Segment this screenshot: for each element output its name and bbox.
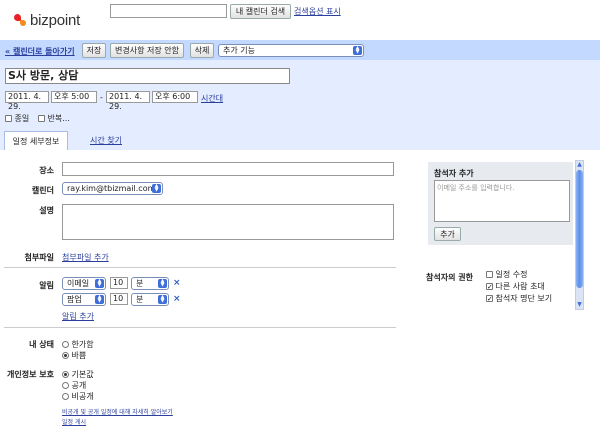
divider (4, 267, 396, 268)
permission-invite-others[interactable]: 다른 사람 초대 (486, 281, 545, 292)
remove-reminder-icon[interactable]: × (173, 294, 181, 304)
reminder-amount-input[interactable]: 10 (110, 277, 128, 289)
scroll-down-icon[interactable]: ▼ (575, 300, 584, 309)
reminder-unit-select[interactable]: 분 ▲ ▼ (131, 277, 169, 290)
add-reminder-link[interactable]: 알림 추가 (62, 311, 94, 322)
where-input[interactable] (62, 162, 394, 176)
repeat-label: 반복... (47, 114, 70, 123)
end-time-input[interactable]: 오후 6:00 (152, 91, 198, 103)
guest-permissions-label: 참석자의 권한 (426, 273, 473, 282)
privacy-option-private[interactable]: 비공개 (62, 391, 94, 402)
select-arrows-icon: ▲ ▼ (353, 46, 362, 55)
remove-reminder-icon[interactable]: × (173, 278, 181, 288)
privacy-default-radio[interactable] (62, 371, 69, 378)
add-attachment-link[interactable]: 첨부파일 추가 (62, 252, 109, 263)
select-arrows-icon: ▲ ▼ (158, 279, 167, 288)
search-my-calendar-button[interactable]: 내 캘린더 검색 (230, 4, 291, 19)
start-date-input[interactable]: 2011. 4. 29. (5, 91, 49, 111)
reminder-method-value: 이메일 (67, 279, 90, 288)
reminder-amount-input[interactable]: 10 (110, 293, 128, 305)
logo-text: bizpoint (30, 11, 81, 29)
privacy-private-label: 비공개 (71, 392, 94, 401)
all-day-option[interactable]: 종일 (5, 113, 29, 124)
end-date-input[interactable]: 2011. 4. 29. (106, 91, 150, 111)
publish-event-link[interactable]: 일정 게시 (62, 417, 86, 426)
repeat-option[interactable]: 반복... (38, 113, 70, 124)
status-busy-label: 바쁨 (71, 351, 87, 360)
status-option-busy[interactable]: 바쁨 (62, 350, 86, 361)
status-option-free[interactable]: 한가함 (62, 339, 94, 350)
permission-see-guests[interactable]: 참석자 명단 보기 (486, 293, 552, 304)
reminder-unit-value: 분 (136, 279, 144, 288)
scrollbar-thumb[interactable] (576, 170, 583, 288)
repeat-checkbox[interactable] (38, 115, 45, 122)
scroll-up-icon[interactable]: ▲ (575, 160, 584, 169)
all-day-label: 종일 (14, 114, 30, 123)
event-title-input[interactable]: S사 방문, 상담 (5, 68, 290, 84)
privacy-default-label: 기본값 (71, 370, 94, 379)
reminder-label: 알림 (39, 281, 54, 290)
select-arrows-icon: ▲ ▼ (158, 295, 167, 304)
reminder-unit-value: 분 (136, 295, 144, 304)
attachment-label: 첨부파일 (24, 253, 54, 262)
permission-modify-checkbox[interactable] (486, 271, 493, 278)
privacy-option-public[interactable]: 공개 (62, 380, 86, 391)
tab-event-details[interactable]: 일정 세부정보 (4, 131, 68, 150)
status-busy-radio[interactable] (62, 352, 69, 359)
more-actions-select[interactable]: 추가 기능 ▲ ▼ (218, 44, 364, 57)
divider (4, 327, 396, 328)
status-label: 내 상태 (29, 340, 54, 349)
status-free-label: 한가함 (71, 340, 94, 349)
privacy-public-label: 공개 (71, 381, 87, 390)
app-logo[interactable]: bizpoint (14, 10, 80, 30)
reminder-method-value: 팝업 (67, 295, 82, 304)
guest-email-input[interactable]: 이메일 주소를 입력합니다. (434, 180, 570, 222)
permission-invite-label: 다른 사람 초대 (495, 282, 545, 291)
date-range-dash: - (100, 93, 103, 102)
privacy-learn-more-link[interactable]: 비공개 및 공개 일정에 대해 자세히 알아보기 (62, 407, 173, 416)
select-arrows-icon: ▲ ▼ (95, 279, 104, 288)
reminder-method-select[interactable]: 팝업 ▲ ▼ (62, 293, 106, 306)
permission-invite-checkbox[interactable] (486, 283, 493, 290)
reminder-method-select[interactable]: 이메일 ▲ ▼ (62, 277, 106, 290)
description-label: 설명 (39, 206, 54, 215)
calendar-select[interactable]: ray.kim@tbizmail.com ▲ ▼ (62, 182, 163, 195)
select-arrows-icon: ▲ ▼ (152, 184, 161, 193)
calendar-search-input[interactable] (110, 4, 227, 18)
tab-find-time[interactable]: 시간 찾기 (74, 131, 138, 150)
timezone-link[interactable]: 시간대 (201, 93, 223, 104)
permission-see-label: 참석자 명단 보기 (495, 294, 553, 303)
show-search-options-link[interactable]: 검색옵션 표시 (294, 6, 341, 17)
start-time-input[interactable]: 오후 5:00 (51, 91, 97, 103)
all-day-checkbox[interactable] (5, 115, 12, 122)
description-textarea[interactable] (62, 204, 394, 240)
save-button[interactable]: 저장 (82, 43, 106, 58)
reminder-unit-select[interactable]: 분 ▲ ▼ (131, 293, 169, 306)
discard-changes-button[interactable]: 변경사항 저장 안함 (110, 43, 184, 58)
privacy-option-default[interactable]: 기본값 (62, 369, 94, 380)
back-to-calendar-link[interactable]: « 캘린더로 돌아가기 (5, 46, 75, 57)
delete-button[interactable]: 삭제 (190, 43, 214, 58)
where-label: 장소 (39, 166, 54, 175)
permission-modify-event[interactable]: 일정 수정 (486, 269, 528, 280)
select-arrows-icon: ▲ ▼ (95, 295, 104, 304)
calendar-label: 캘린더 (31, 186, 54, 195)
add-guests-title: 참석자 추가 (434, 169, 474, 178)
add-guest-button[interactable]: 추가 (434, 227, 461, 241)
status-free-radio[interactable] (62, 341, 69, 348)
more-actions-value: 추가 기능 (223, 46, 255, 55)
permission-modify-label: 일정 수정 (495, 270, 528, 279)
permission-see-checkbox[interactable] (486, 295, 493, 302)
bizpoint-logo-icon (14, 14, 26, 26)
privacy-label: 개인정보 보호 (7, 370, 54, 379)
calendar-select-value: ray.kim@tbizmail.com (67, 184, 156, 193)
privacy-public-radio[interactable] (62, 382, 69, 389)
privacy-private-radio[interactable] (62, 393, 69, 400)
